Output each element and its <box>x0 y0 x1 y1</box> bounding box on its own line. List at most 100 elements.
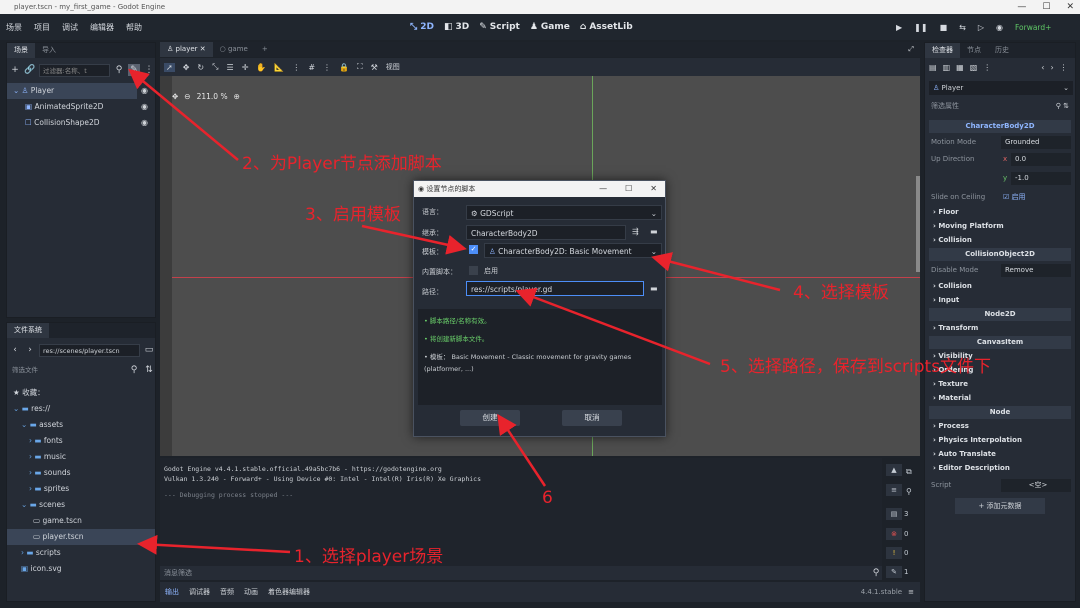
move-tool-icon[interactable]: ✥ <box>183 63 190 72</box>
fs-item-assets[interactable]: ⌄ ▬ assets <box>7 417 155 433</box>
dialog-minimize-button[interactable]: — <box>599 181 607 197</box>
tab-debugger[interactable]: 调试器 <box>184 587 215 597</box>
visibility-eye-icon[interactable]: ◉ <box>141 102 148 111</box>
fs-item-fonts[interactable]: › ▬ fonts <box>7 433 155 449</box>
tree-node-player[interactable]: ⌄ ♙ Player <box>7 83 137 99</box>
dialog-maximize-button[interactable]: ☐ <box>625 181 632 197</box>
inspected-object-selector[interactable]: ♙ Player ⌄ <box>929 81 1073 95</box>
tab-animation[interactable]: 动画 <box>239 587 263 597</box>
section-header-node[interactable]: Node <box>929 406 1071 419</box>
grid-icon[interactable]: # <box>308 63 315 72</box>
visibility-eye-icon[interactable]: ◉ <box>141 86 148 95</box>
pan-icon[interactable]: ✥ <box>172 92 178 101</box>
more-icon[interactable]: ⋮ <box>143 64 155 76</box>
folder-icon[interactable]: ▬ <box>650 284 658 293</box>
section-moving-platform[interactable]: › Moving Platform <box>927 220 1073 233</box>
movie-icon[interactable]: ◉ <box>996 23 1003 32</box>
path-input[interactable]: res://scripts/player.gd <box>466 281 644 296</box>
fs-root[interactable]: ⌄ ▬ res:// <box>7 401 155 417</box>
group-icon[interactable]: ⛶ <box>357 62 363 72</box>
link-icon[interactable]: 🔗 <box>24 64 36 76</box>
tree-node-collisionshape[interactable]: ☐ CollisionShape2D <box>7 115 155 131</box>
output-filter-input[interactable]: 消息筛选 <box>160 568 870 578</box>
prop-slide-on-ceiling-checkbox[interactable]: ☑ 启用 <box>1003 191 1026 204</box>
add-metadata-button[interactable]: + 添加元数据 <box>955 498 1045 514</box>
section-physics-interpolation[interactable]: › Physics Interpolation <box>927 434 1073 447</box>
back-icon[interactable]: ‹ <box>9 344 21 356</box>
workspace-2d-button[interactable]: ⤡ 2D <box>410 22 434 32</box>
create-button[interactable]: 创建 <box>460 410 520 426</box>
menu-scene[interactable]: 场景 <box>0 22 28 33</box>
remote-debug-icon[interactable]: ⇆ <box>959 23 966 32</box>
tab-output[interactable]: 输出 <box>160 587 184 597</box>
tab-filesystem[interactable]: 文件系统 <box>7 323 49 338</box>
new-resource-icon[interactable]: ▤ <box>929 63 937 72</box>
pause-icon[interactable]: ❚❚ <box>914 23 927 32</box>
clear-output-icon[interactable]: ▲ <box>886 464 902 476</box>
minimize-button[interactable]: — <box>1017 0 1026 14</box>
warning-count-icon[interactable]: ! <box>886 547 902 559</box>
duplicate-icon[interactable]: ⧉ <box>906 462 912 482</box>
workspace-game-button[interactable]: ♟ Game <box>530 22 570 32</box>
prop-script-value[interactable]: <空> <box>1001 479 1071 492</box>
section-texture[interactable]: › Texture <box>927 378 1073 391</box>
play-scene-icon[interactable]: ▷ <box>978 23 984 32</box>
workspace-script-button[interactable]: ✎ Script <box>479 22 520 32</box>
section-auto-translate[interactable]: › Auto Translate <box>927 448 1073 461</box>
menu-editor[interactable]: 编辑器 <box>84 22 120 33</box>
attach-script-icon[interactable]: ✎ <box>128 64 140 76</box>
tab-node[interactable]: 节点 <box>960 43 988 58</box>
close-tab-icon[interactable]: ✕ <box>200 45 206 53</box>
language-select[interactable]: ⚙ GDScript ⌄ <box>466 205 662 220</box>
workspace-3d-button[interactable]: ◧ 3D <box>444 22 469 32</box>
history-menu-icon[interactable]: ⋮ <box>1060 63 1068 72</box>
fs-item-game-tscn[interactable]: ▭ game.tscn <box>7 513 155 529</box>
maximize-button[interactable]: ☐ <box>1042 0 1050 14</box>
visibility-eye-icon[interactable]: ◉ <box>141 118 148 127</box>
pan-tool-icon[interactable]: ✋ <box>256 63 266 72</box>
prop-y-value[interactable]: -1.0 <box>1011 172 1071 185</box>
lock-icon[interactable]: 🔒 <box>339 63 349 72</box>
section-floor[interactable]: › Floor <box>927 206 1073 219</box>
sort-icon[interactable]: ⇅ <box>143 364 155 376</box>
fs-filter-input[interactable]: 筛选文件 <box>9 364 125 377</box>
history-back-icon[interactable]: ‹ <box>1041 63 1044 72</box>
cancel-button[interactable]: 取消 <box>562 410 622 426</box>
section-transform[interactable]: › Transform <box>927 322 1073 335</box>
menu-debug[interactable]: 调试 <box>56 22 84 33</box>
close-window-button[interactable]: ✕ <box>1066 0 1074 14</box>
copy-output-icon[interactable]: ≡ <box>886 484 902 496</box>
dialog-close-button[interactable]: ✕ <box>650 181 657 197</box>
tab-game-scene[interactable]: ○ game <box>213 42 255 57</box>
save-resource-icon[interactable]: ▦ <box>956 63 964 72</box>
property-filter-input[interactable]: 筛选属性 ⚲ ⇅ <box>929 99 1073 113</box>
pivot-icon[interactable]: ✛ <box>242 63 249 72</box>
tab-audio[interactable]: 音频 <box>215 587 239 597</box>
menu-help[interactable]: 帮助 <box>120 22 148 33</box>
scene-filter-input[interactable]: 过滤器:名称、t <box>39 63 110 77</box>
fs-favorites[interactable]: ★ 收藏： <box>7 385 155 401</box>
section-material[interactable]: › Material <box>927 392 1073 405</box>
section-header-characterbody2d[interactable]: CharacterBody2D <box>929 120 1071 133</box>
zoom-in-button[interactable]: ⊕ <box>234 92 240 101</box>
view-menu[interactable]: 视图 <box>386 62 400 72</box>
bone-icon[interactable]: ⚒ <box>371 63 378 72</box>
section-collision[interactable]: › Collision <box>927 280 1073 293</box>
distraction-free-icon[interactable]: ⤢ <box>902 42 920 57</box>
tab-player-scene[interactable]: ♙ player ✕ <box>160 42 213 57</box>
play-icon[interactable]: ▶ <box>896 23 902 32</box>
template-checkbox[interactable]: ✓ <box>469 245 478 254</box>
load-resource-icon[interactable]: ▥ <box>943 63 951 72</box>
section-collision[interactable]: › Collision <box>927 234 1073 247</box>
section-process[interactable]: › Process <box>927 420 1073 433</box>
section-header-collisionobject2d[interactable]: CollisionObject2D <box>929 248 1071 261</box>
prop-disable-mode-value[interactable]: Remove <box>1001 264 1071 277</box>
snap-options-icon[interactable]: ⋮ <box>323 63 331 72</box>
folder-icon[interactable]: ▬ <box>650 227 658 236</box>
section-header-node2d[interactable]: Node2D <box>929 308 1071 321</box>
prop-motion-mode-value[interactable]: Grounded <box>1001 136 1071 149</box>
fs-item-icon-svg[interactable]: ▣ icon.svg <box>7 561 155 577</box>
stop-icon[interactable]: ■ <box>940 23 948 32</box>
split-view-icon[interactable]: ▭ <box>143 344 155 356</box>
renderer-selector[interactable]: Forward+ <box>1015 23 1051 32</box>
